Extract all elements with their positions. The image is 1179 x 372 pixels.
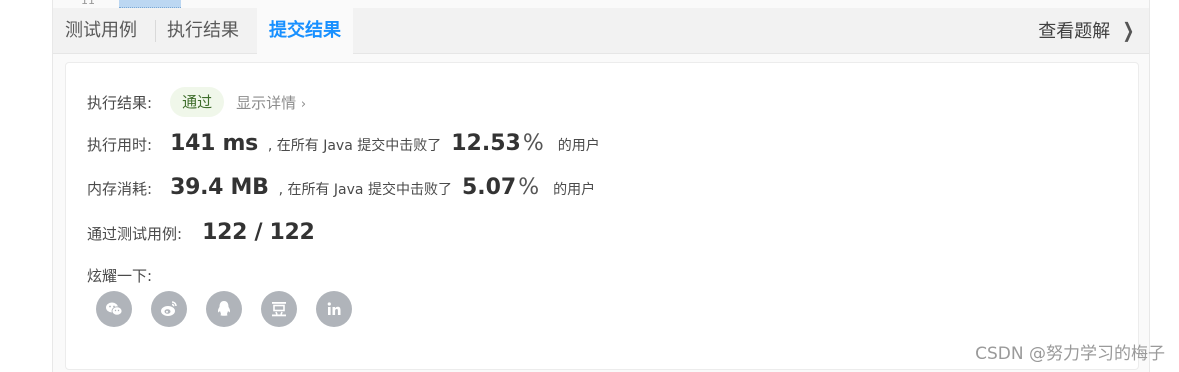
show-details-link[interactable]: 显示详情 › bbox=[236, 92, 306, 113]
share-wechat-button[interactable] bbox=[96, 291, 132, 327]
testcases-row: 通过测试用例: 122 / 122 bbox=[87, 220, 315, 245]
chevron-right-icon: ❯ bbox=[1122, 18, 1135, 42]
result-row: 执行结果: 通过 显示详情 › bbox=[87, 87, 306, 117]
editor-gutter bbox=[0, 0, 52, 372]
tab-run-result[interactable]: 执行结果 bbox=[167, 8, 239, 53]
share-douban-button[interactable] bbox=[261, 291, 297, 327]
memory-value: 39.4 MB bbox=[170, 175, 269, 200]
result-frame: 11 测试用例 执行结果 提交结果 查看题解 ❯ 执行结果: 通过 显示详情 › … bbox=[52, 0, 1150, 372]
view-solution-label: 查看题解 bbox=[1038, 21, 1111, 42]
share-label-row: 炫耀一下: bbox=[87, 265, 152, 286]
share-label: 炫耀一下: bbox=[87, 267, 153, 285]
memory-beat-text: , 在所有 Java 提交中击败了 bbox=[278, 182, 452, 198]
result-label: 执行结果: bbox=[87, 93, 153, 112]
memory-row: 内存消耗: 39.4 MB , 在所有 Java 提交中击败了 5.07% 的用… bbox=[87, 175, 595, 200]
qq-icon bbox=[217, 301, 231, 316]
chevron-right-icon: › bbox=[300, 96, 307, 112]
code-selection bbox=[119, 0, 181, 8]
code-editor-remnant: 11 bbox=[81, 0, 221, 8]
tab-testcases[interactable]: 测试用例 bbox=[65, 8, 137, 53]
share-qq-button[interactable] bbox=[206, 291, 242, 327]
runtime-percent-sign: % bbox=[522, 131, 544, 156]
show-details-label: 显示详情 bbox=[236, 93, 297, 112]
share-linkedin-button[interactable] bbox=[316, 291, 352, 327]
watermark: CSDN @努力学习的梅子 bbox=[975, 344, 1165, 364]
memory-label: 内存消耗: bbox=[87, 180, 153, 198]
runtime-percent: 12.53 bbox=[451, 131, 521, 156]
status-badge: 通过 bbox=[170, 87, 225, 117]
share-weibo-button[interactable] bbox=[151, 291, 187, 327]
weibo-icon bbox=[161, 301, 177, 316]
testcases-value: 122 / 122 bbox=[202, 220, 315, 245]
share-buttons bbox=[96, 291, 352, 327]
memory-percent-sign: % bbox=[518, 175, 540, 200]
runtime-suffix: 的用户 bbox=[557, 138, 600, 154]
wechat-icon bbox=[106, 302, 123, 316]
douban-icon bbox=[272, 302, 286, 317]
testcases-label: 通过测试用例: bbox=[87, 225, 183, 243]
runtime-beat-text: , 在所有 Java 提交中击败了 bbox=[267, 138, 442, 154]
submission-result-panel: 执行结果: 通过 显示详情 › 执行用时: 141 ms , 在所有 Java … bbox=[65, 62, 1139, 370]
runtime-label: 执行用时: bbox=[87, 136, 153, 154]
runtime-value: 141 ms bbox=[170, 131, 258, 156]
memory-suffix: 的用户 bbox=[553, 182, 596, 198]
view-solution-button[interactable]: 查看题解 ❯ bbox=[1038, 8, 1137, 53]
tab-bar: 测试用例 执行结果 提交结果 查看题解 ❯ bbox=[53, 8, 1149, 54]
runtime-row: 执行用时: 141 ms , 在所有 Java 提交中击败了 12.53% 的用… bbox=[87, 131, 600, 156]
linkedin-icon bbox=[327, 302, 341, 315]
line-number: 11 bbox=[81, 0, 95, 7]
tab-submission-result[interactable]: 提交结果 bbox=[257, 8, 353, 54]
memory-percent: 5.07 bbox=[461, 175, 517, 200]
tab-divider bbox=[155, 20, 156, 42]
